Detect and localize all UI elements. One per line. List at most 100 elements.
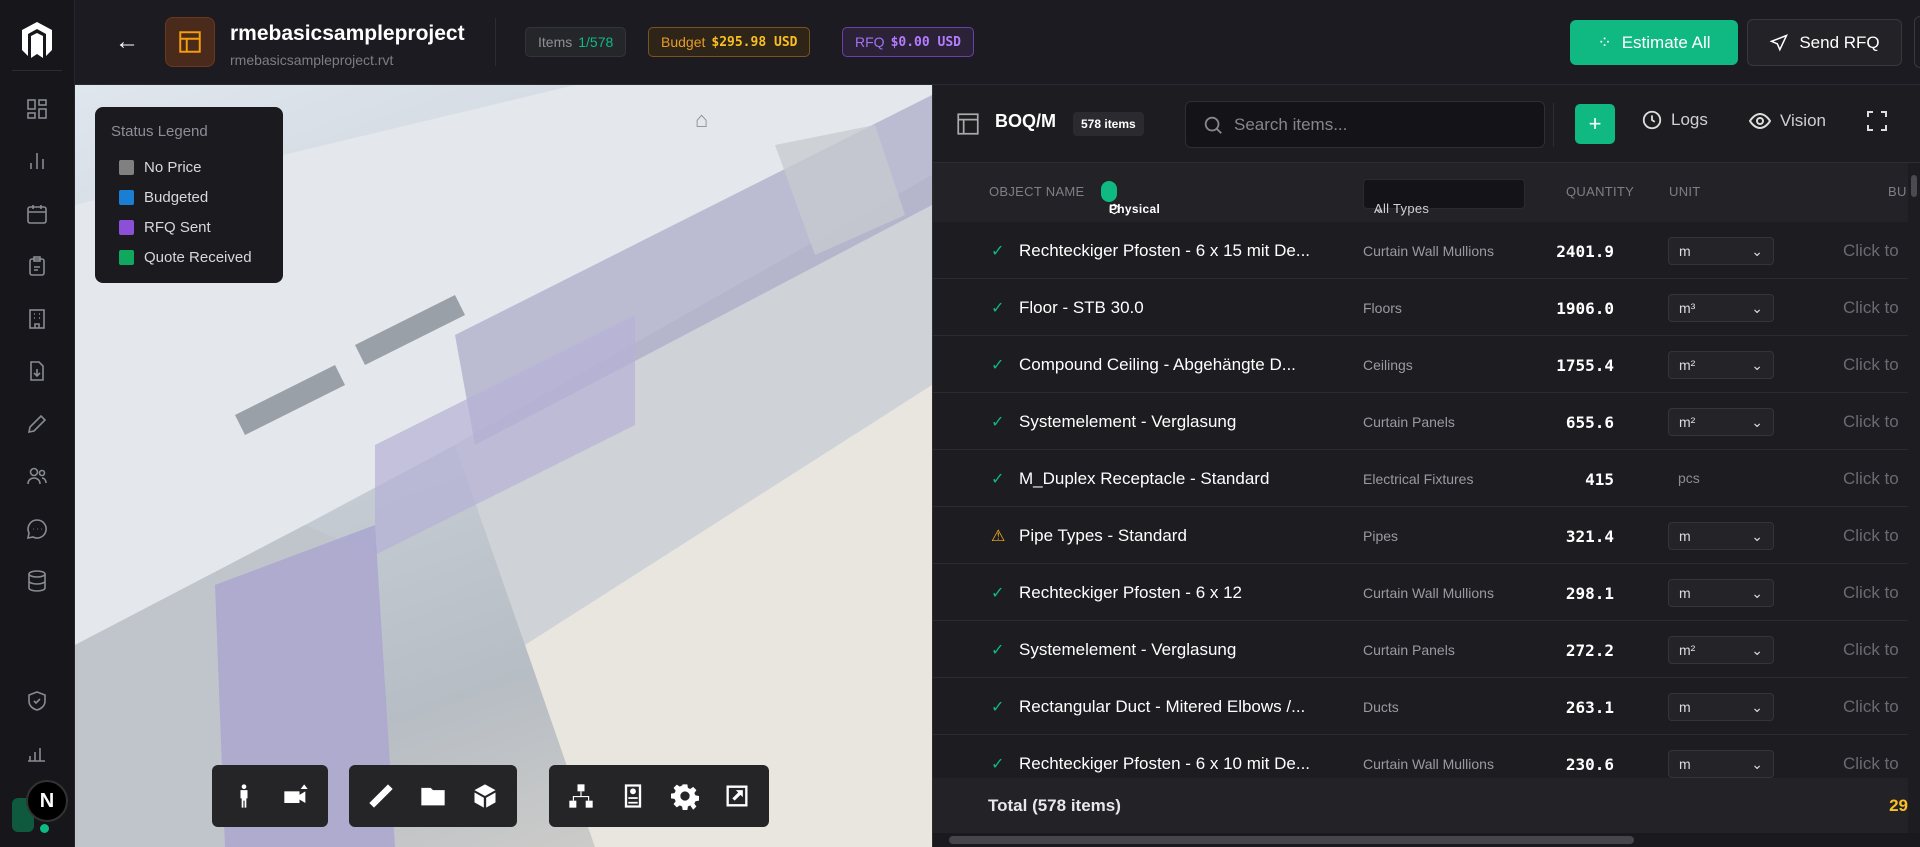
fullscreen-button[interactable]: [1865, 109, 1889, 133]
unit-value: m³: [1679, 300, 1696, 316]
unit-value: m²: [1679, 357, 1696, 373]
vision-label: Vision: [1780, 111, 1826, 130]
object-name: Pipe Types - Standard: [1019, 526, 1187, 545]
budget-cell[interactable]: Click to: [1843, 526, 1899, 546]
file-download-icon[interactable]: [22, 356, 52, 386]
horizontal-scrollbar[interactable]: [933, 833, 1920, 847]
chevron-down-icon: ⌄: [1751, 414, 1763, 430]
logs-button[interactable]: Logs: [1641, 109, 1708, 131]
unit-value: m: [1679, 528, 1691, 544]
database-icon[interactable]: [22, 566, 52, 596]
table-row[interactable]: ✓ Floor - STB 30.0 Floors 1906.0 m³ ⌄ Cli…: [933, 279, 1908, 336]
estimate-all-button[interactable]: ⁘ Estimate All: [1570, 20, 1738, 65]
camera-icon[interactable]: [276, 776, 316, 816]
budget-cell[interactable]: Click to: [1843, 298, 1899, 318]
unit-select[interactable]: m² ⌄: [1668, 636, 1774, 664]
col-budget[interactable]: BU: [1888, 184, 1907, 199]
check-icon: ✓: [991, 300, 1005, 317]
table-row[interactable]: ⚠ Pipe Types - Standard Pipes 321.4 m ⌄ C…: [933, 507, 1908, 564]
legend-item-quote-received: Quote Received: [111, 242, 267, 272]
table-row[interactable]: ✓ Rechteckiger Pfosten - 6 x 12 Curtain …: [933, 564, 1908, 621]
unit-select[interactable]: m² ⌄: [1668, 408, 1774, 436]
budget-cell[interactable]: Click to: [1843, 640, 1899, 660]
budget-cell[interactable]: Click to: [1843, 469, 1899, 489]
boq-panel: BOQ/M 578 items + Logs Vision OBJECT NAM…: [932, 85, 1920, 847]
table-row[interactable]: ✓ Systemelement - Verglasung Curtain Pan…: [933, 393, 1908, 450]
ruler-icon[interactable]: [361, 776, 401, 816]
clipboard-icon[interactable]: [22, 251, 52, 281]
budget-cell[interactable]: Click to: [1843, 583, 1899, 603]
object-name: Rechteckiger Pfosten - 6 x 12: [1019, 583, 1243, 602]
search-input[interactable]: [1234, 114, 1534, 135]
users-icon[interactable]: [22, 461, 52, 491]
3d-viewer[interactable]: Status Legend No Price Budgeted RFQ Sent…: [75, 85, 932, 847]
cart-button[interactable]: [1914, 16, 1920, 68]
shield-icon[interactable]: [22, 686, 52, 716]
items-count-badge: 578 items: [1073, 112, 1144, 136]
physical-filter-badge[interactable]: ⬡ Physical: [1101, 181, 1160, 216]
quantity: 1906.0: [1556, 299, 1614, 318]
budget-value: $295.98 USD: [711, 34, 798, 50]
check-icon: ✓: [991, 699, 1005, 716]
send-rfq-button[interactable]: Send RFQ: [1747, 19, 1902, 66]
settings-gear-icon[interactable]: [665, 776, 705, 816]
table-row[interactable]: ✓ Rechteckiger Pfosten - 6 x 15 mit De..…: [933, 222, 1908, 279]
table-row[interactable]: ✓ Systemelement - Verglasung Curtain Pan…: [933, 621, 1908, 678]
search-icon: [1204, 116, 1222, 134]
col-unit[interactable]: UNIT: [1669, 184, 1701, 199]
unit-select[interactable]: m ⌄: [1668, 750, 1774, 778]
panel-title: BOQ/M: [995, 111, 1056, 131]
unit-select[interactable]: m ⌄: [1668, 522, 1774, 550]
object-type: Floors: [1363, 300, 1402, 316]
unit-select[interactable]: m² ⌄: [1668, 351, 1774, 379]
col-object-name[interactable]: OBJECT NAME: [989, 184, 1085, 199]
search-box: [1185, 101, 1545, 148]
budget-cell[interactable]: Click to: [1843, 241, 1899, 261]
chat-icon[interactable]: [22, 514, 52, 544]
add-item-button[interactable]: +: [1575, 104, 1615, 144]
budget-cell[interactable]: Click to: [1843, 412, 1899, 432]
scroll-thumb[interactable]: [949, 836, 1634, 844]
hierarchy-icon[interactable]: [561, 776, 601, 816]
vision-button[interactable]: Vision: [1748, 109, 1826, 133]
scroll-thumb[interactable]: [1911, 175, 1917, 197]
folder-icon[interactable]: [413, 776, 453, 816]
table-row[interactable]: ✓ Rectangular Duct - Mitered Elbows /...…: [933, 678, 1908, 735]
bar-chart-icon[interactable]: [22, 738, 52, 768]
unit-select[interactable]: m³ ⌄: [1668, 294, 1774, 322]
app-logo[interactable]: [20, 20, 54, 60]
dashboard-icon[interactable]: [22, 94, 52, 124]
budget-cell[interactable]: Click to: [1843, 355, 1899, 375]
unit-select[interactable]: m ⌄: [1668, 579, 1774, 607]
pencil-icon[interactable]: [22, 409, 52, 439]
legend-label: No Price: [144, 158, 202, 176]
quantity: 230.6: [1565, 755, 1614, 774]
table-row[interactable]: ✓ M_Duplex Receptacle - Standard Electri…: [933, 450, 1908, 507]
back-arrow-icon[interactable]: ←: [115, 28, 139, 56]
swatch: [119, 159, 134, 175]
object-type: Ceilings: [1363, 357, 1413, 373]
vertical-scrollbar[interactable]: [1908, 163, 1920, 833]
avatar[interactable]: N: [26, 780, 68, 822]
budget-cell[interactable]: Click to: [1843, 697, 1899, 717]
type-filter-select[interactable]: All Types ⌄: [1363, 179, 1525, 216]
col-quantity[interactable]: QUANTITY: [1566, 184, 1634, 199]
unit-select[interactable]: m ⌄: [1668, 693, 1774, 721]
rfq-label: RFQ: [855, 34, 885, 50]
object-type: Curtain Wall Mullions: [1363, 243, 1494, 259]
table-row[interactable]: ✓ Compound Ceiling - Abgehängte D... Cei…: [933, 336, 1908, 393]
unit-select[interactable]: m ⌄: [1668, 237, 1774, 265]
first-person-icon[interactable]: [224, 776, 264, 816]
fullscreen-viewer-icon[interactable]: [717, 776, 757, 816]
toolbar-group-model: [549, 765, 769, 827]
building-icon[interactable]: [22, 304, 52, 334]
toolbar-group-tools: [349, 765, 517, 827]
budget-cell[interactable]: Click to: [1843, 754, 1899, 774]
total-row: Total (578 items) 29: [933, 778, 1908, 833]
properties-icon[interactable]: [613, 776, 653, 816]
calendar-icon[interactable]: [22, 199, 52, 229]
sidebar: N: [0, 0, 75, 847]
analytics-icon[interactable]: [22, 146, 52, 176]
cube-icon[interactable]: [465, 776, 505, 816]
home-icon[interactable]: ⌂: [695, 107, 708, 133]
